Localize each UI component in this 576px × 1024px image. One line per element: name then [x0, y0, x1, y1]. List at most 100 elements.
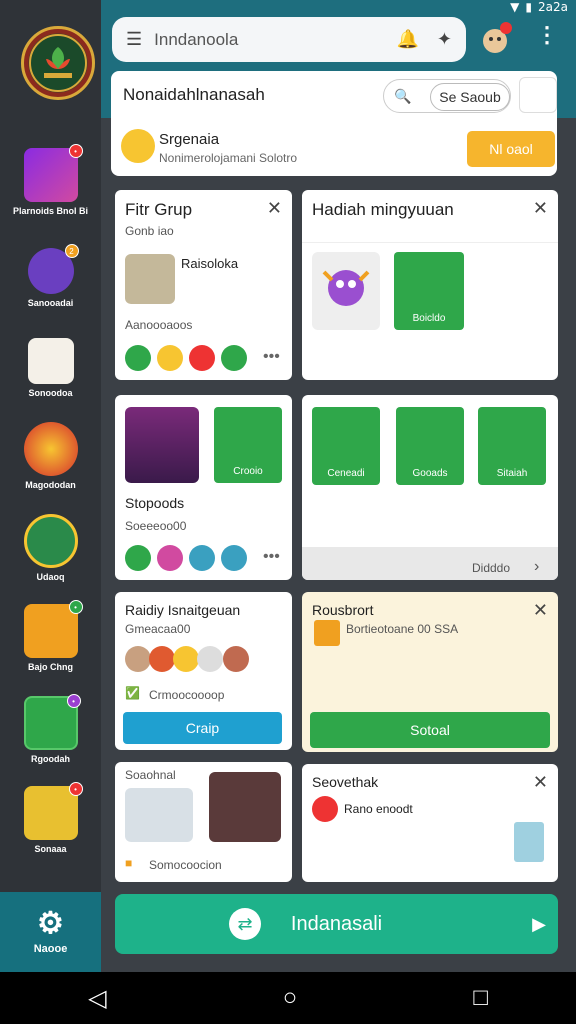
search-bar[interactable]: ☰ Inndanoola 🔔 ✦	[112, 17, 466, 62]
avatar-icon: •	[23, 694, 81, 750]
emoji-icon[interactable]	[157, 345, 183, 371]
heart-icon[interactable]	[189, 345, 215, 371]
seovethak-card: Seovethak ✕ Rano enoodt	[302, 764, 558, 882]
raidiy-title: Raidiy Isnaitgeuan	[125, 602, 241, 618]
coin-icon	[314, 620, 340, 646]
group-card-subtitle: Gonb iao	[125, 224, 174, 238]
search-button[interactable]: 🔍 Se Saoub	[383, 79, 511, 113]
close-icon[interactable]: ✕	[533, 772, 548, 793]
profile-name: Srgenaia	[159, 131, 220, 148]
raidiy-sub: Gmeacaa00	[125, 622, 191, 636]
plant-label: Crooio	[233, 466, 263, 477]
back-icon[interactable]: ◁	[88, 984, 106, 1013]
fire-icon	[23, 422, 78, 476]
check-icon: ✅	[125, 686, 140, 700]
gear-icon: ⚙	[37, 907, 64, 940]
box-icon: ■	[125, 856, 133, 870]
group-card: Fitr Grup ✕ Gonb iao Raisoloka Aanoooaoo…	[115, 190, 292, 380]
close-icon[interactable]: ✕	[267, 198, 282, 219]
group-card-title: Fitr Grup	[125, 200, 193, 219]
sidebar-item-4[interactable]: Magododan	[0, 422, 101, 491]
sidebar-item-label: Plarnoids Bnol Bi	[12, 206, 88, 216]
close-icon[interactable]: ✕	[533, 198, 548, 219]
primary-action-button[interactable]: ⇄ Indanasali ▶	[115, 894, 558, 954]
status-time: 2a2a	[538, 0, 568, 14]
photo-thumbnail[interactable]	[209, 772, 281, 842]
search-icon: 🔍	[394, 87, 412, 104]
status-bar: ▼ ▮ 2a2a	[510, 0, 568, 14]
profile-avatar[interactable]	[519, 77, 557, 113]
bell-icon[interactable]: 🔔	[396, 29, 418, 50]
sidebar-item-6[interactable]: • Bajo Chng	[0, 600, 101, 673]
gift-card-title: Hadiah mingyuuan	[312, 200, 454, 219]
notification-badge: •	[66, 694, 81, 708]
soaohnal-footer: Somocoocion	[149, 858, 222, 872]
mascot-avatar[interactable]	[478, 22, 512, 56]
stopoods-sub: Soeeeoo00	[125, 519, 187, 533]
search-input[interactable]: Inndanoola	[154, 30, 378, 50]
chevron-right-icon[interactable]: ›	[534, 558, 539, 576]
sidebar-item-label: Magododan	[25, 480, 76, 490]
crowd-thumbnail[interactable]	[125, 407, 199, 483]
sidebar-item-3[interactable]: Sonoodoa	[0, 338, 101, 399]
home-icon[interactable]: ○	[283, 984, 298, 1012]
profile-action-button[interactable]: Nl oaol	[467, 131, 555, 167]
reward-label: Ceneadi	[327, 468, 365, 479]
more-options-icon[interactable]: ⋮	[536, 22, 558, 48]
photo-thumbnail[interactable]	[125, 788, 193, 842]
notification-badge: •	[68, 600, 83, 614]
member-avatar[interactable]	[189, 545, 215, 571]
recents-icon[interactable]: □	[473, 984, 488, 1012]
raidiy-item: Crmoocoooop	[149, 688, 225, 702]
close-icon[interactable]: ✕	[533, 600, 548, 621]
bird-icon[interactable]: Gooads	[396, 407, 464, 485]
rousbrort-button[interactable]: Sotoal	[310, 712, 550, 748]
sidebar-item-label: Bajo Chng	[28, 662, 73, 672]
sidebar-item-label: Sanooadai	[27, 298, 74, 308]
member-avatar[interactable]	[197, 646, 223, 672]
settings-nav[interactable]: ⚙ Naooe	[0, 892, 101, 972]
profile-subtitle: Nonimerolojamani Solotro	[159, 151, 298, 165]
like-icon[interactable]	[125, 345, 151, 371]
sidebar-item-label: Sonoodoa	[28, 388, 73, 398]
more-icon[interactable]: •••	[263, 548, 280, 566]
member-avatar[interactable]	[125, 646, 151, 672]
member-avatar[interactable]	[223, 646, 249, 672]
profile-title: Nonaidahlnanasah	[123, 85, 265, 104]
filter-icon[interactable]: ✦	[437, 29, 452, 50]
soaohnal-card: Soaohnal Somocoocion ■	[115, 762, 292, 882]
avatar-icon: •	[23, 600, 83, 658]
app-logo[interactable]	[21, 26, 95, 100]
plant-icon[interactable]: Crooio	[214, 407, 282, 483]
rousbrort-button-label: Sotoal	[410, 722, 450, 738]
check-icon[interactable]	[221, 345, 247, 371]
rousbrort-card: Rousbrort ✕ Bortieotoane 00 SSA Sotoal	[302, 592, 558, 752]
battery-icon: ▮	[525, 0, 533, 14]
more-icon[interactable]: •••	[263, 348, 280, 366]
gift-box-icon[interactable]: Boicldo	[394, 252, 464, 330]
gift-label: Boicldo	[412, 313, 446, 324]
member-avatar[interactable]	[149, 646, 175, 672]
member-avatar[interactable]	[157, 545, 183, 571]
raidiy-button[interactable]: Craip	[123, 712, 282, 744]
sidebar-item-1[interactable]: • Plarnoids Bnol Bi	[0, 144, 101, 217]
sidebar-item-8[interactable]: • Sonaaa	[0, 782, 101, 855]
heart-icon	[312, 796, 338, 822]
menu-icon[interactable]: ☰	[126, 29, 142, 50]
rewards-footer[interactable]: Didddo	[472, 561, 510, 575]
reward-label: Gooads	[412, 468, 448, 479]
monster-gift-icon[interactable]	[312, 252, 380, 330]
sidebar-item-5[interactable]: Udaoq	[0, 514, 101, 583]
member-avatar[interactable]	[125, 545, 151, 571]
sidebar-item-7[interactable]: • Rgoodah	[0, 694, 101, 765]
stopoods-card: Crooio Stopoods Soeeeoo00 •••	[115, 395, 292, 580]
system-nav-bar: ◁ ○ □	[0, 972, 576, 1024]
notification-badge: •	[68, 782, 83, 796]
member-avatar[interactable]	[173, 646, 199, 672]
coin-icon[interactable]: Ceneadi	[312, 407, 380, 485]
tag-icon	[514, 822, 544, 862]
notification-badge: 2	[64, 244, 79, 258]
sidebar-item-2[interactable]: 2 Sanooadai	[0, 244, 101, 309]
member-avatar[interactable]	[221, 545, 247, 571]
box-icon[interactable]: Sitaiah	[478, 407, 546, 485]
